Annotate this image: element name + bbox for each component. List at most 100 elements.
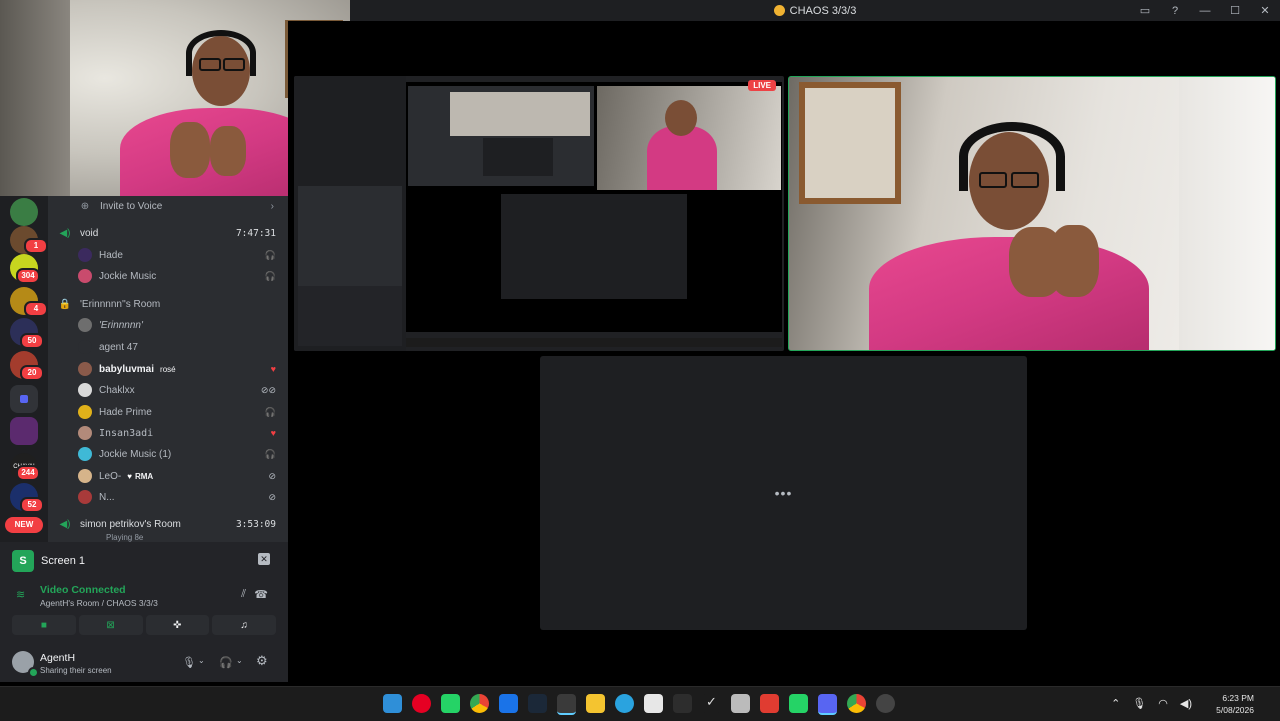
soundboard-button[interactable]: ♫ [212,615,276,635]
user-name[interactable]: AgentH [40,652,75,664]
maximize-button[interactable]: ☐ [1228,4,1242,17]
activities-icon: ✜ [173,619,182,631]
connection-signal-icon[interactable]: ≋ [16,588,25,601]
muted-icon: ⊘ [268,470,276,481]
calendar-icon[interactable] [644,694,663,713]
chrome-icon[interactable] [847,694,866,713]
activities-button[interactable]: ✜ [145,615,210,635]
chevron-down-icon[interactable]: ⌄ [198,656,205,665]
printer-icon[interactable] [731,694,750,713]
nested-preview [483,138,553,176]
user-name: Jockie Music (1) [99,448,172,460]
microphone-icon[interactable]: 🎙 [1132,697,1146,710]
server-icon[interactable] [10,417,38,445]
windows-taskbar: ✓ ⌃ 🎙 ◠ ◀) 6:23 PM 5/08/2026 [0,686,1280,721]
system-clock[interactable]: 6:23 PM 5/08/2026 [1216,692,1254,716]
screen-share-card[interactable]: S Screen 1 ✕ [12,548,276,574]
voice-channel-room[interactable]: 🔒 'Erinnnnn''s Room [48,294,288,314]
channel-name: 'Erinnnnn''s Room [80,298,161,310]
channel-name: void [80,227,99,239]
voice-user[interactable]: Hade Prime 🎧 [48,402,288,422]
window-title-text: CHAOS 3/3/3 [789,4,857,17]
disconnect-icon[interactable]: ☎ [254,588,268,601]
heart-badge-icon: ♥ [270,364,276,374]
settings-gear-icon[interactable]: ⚙ [256,653,268,669]
user-name: babyluvmai [99,363,155,375]
folder-icon[interactable] [10,385,38,413]
chevron-up-icon[interactable]: ⌃ [1111,697,1120,710]
stop-screen-share-icon[interactable]: ✕ [258,553,270,565]
telegram-icon[interactable] [615,694,634,713]
help-icon[interactable]: ? [1168,5,1182,17]
voice-user[interactable]: 'Erinnnnn' [48,315,288,335]
voice-channel-simon[interactable]: ◀) simon petrikov's Room 3:53:09 [48,514,288,534]
discord-icon[interactable] [818,694,837,715]
voice-user[interactable]: Insan3adi ♥ [48,423,288,443]
new-unreads-pill[interactable]: NEW [5,517,43,533]
chrome-icon[interactable] [470,694,489,713]
taskbar-apps: ✓ [383,694,895,715]
user-name: Insan3adi [99,427,154,439]
avatar [78,340,92,354]
curtain [1179,77,1275,350]
voice-user[interactable]: Hade 🎧 [48,245,288,265]
voice-user[interactable]: Jockie Music 🎧 [48,266,288,286]
app-icon[interactable] [499,694,518,713]
voice-channel-void[interactable]: ◀) void 7:47:31 [48,223,288,243]
headphones-icon[interactable]: 🎧 [219,656,233,669]
user-tag: RMA [134,471,154,481]
live-badge: LIVE [748,80,776,91]
chevron-down-icon[interactable]: ⌄ [236,656,243,665]
screen-share-button[interactable]: ⊠ [78,615,143,635]
screen-share-title: Screen 1 [41,555,86,567]
inbox-icon[interactable]: ▭ [1138,4,1152,17]
invite-to-voice[interactable]: ⊕ Invite to Voice › [48,196,288,216]
windows-start-icon[interactable] [383,694,402,713]
webcam-tile[interactable] [788,76,1276,351]
close-button[interactable]: ✕ [1258,4,1272,17]
avatar [78,269,92,283]
nested-loading-tile [501,194,687,299]
channel-name: simon petrikov's Room [80,518,181,530]
whatsapp-icon[interactable] [789,694,808,713]
server-icon[interactable] [10,198,38,226]
connection-subtitle[interactable]: AgentH's Room / CHAOS 3/3/3 [40,598,158,608]
speaker-icon: ◀) [59,227,71,239]
add-person-icon: ⊕ [80,200,90,212]
voice-user[interactable]: LeO- ♥ RMA ⊘ [48,466,288,486]
noise-suppression-icon[interactable]: ⫽ [241,588,246,601]
pinterest-icon[interactable] [412,694,431,713]
voice-user[interactable]: Jockie Music (1) 🎧 [48,444,288,464]
loading-tile[interactable]: ••• [540,356,1027,630]
terminal-icon[interactable] [557,694,576,715]
user-name: Jockie Music [99,270,157,282]
deafened-icon: 🎧 [264,270,276,281]
deafened-icon: 🎧 [264,249,276,260]
steam-icon[interactable] [528,694,547,713]
wifi-icon[interactable]: ◠ [1158,697,1168,710]
voice-user[interactable]: Chaklxx ⊘⊘ [48,380,288,400]
clock-date: 5/08/2026 [1216,705,1254,715]
volume-icon[interactable]: ◀) [1180,697,1192,710]
checkmark-icon[interactable]: ✓ [702,694,721,713]
screen-share-stream[interactable]: LIVE [294,76,784,351]
mention-badge: 50 [20,333,44,349]
app-icon[interactable] [673,694,692,713]
voice-user[interactable]: N... ⊘ [48,487,288,507]
voice-user[interactable]: agent 47 [48,337,288,357]
channel-timer: 3:53:09 [235,518,276,530]
person-figure [869,117,1149,350]
camera-button[interactable]: ■ [12,615,76,635]
avatar [78,405,92,419]
lock-icon: 🔒 [58,298,72,310]
nested-person-head [665,100,697,136]
voice-user[interactable]: babyluvmai rosé ♥ [48,359,288,379]
whatsapp-icon[interactable] [441,694,460,713]
camera-icon: ■ [40,619,47,631]
app-icon[interactable] [876,694,895,713]
channel-activity: Playing 8e [106,533,144,542]
anydesk-icon[interactable] [760,694,779,713]
minimize-button[interactable]: — [1198,5,1212,17]
microphone-icon[interactable]: 🎙 [182,656,196,669]
file-explorer-icon[interactable] [586,694,605,713]
